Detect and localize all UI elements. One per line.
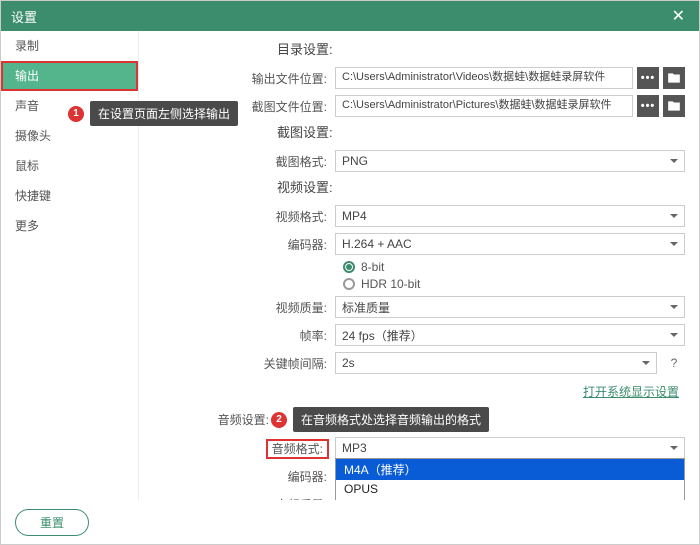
- row-snap-format: 截图格式: PNG: [147, 149, 685, 173]
- row-keyframe: 关键帧间隔: 2s ?: [147, 351, 685, 375]
- select-fps[interactable]: 24 fps（推荐）: [335, 324, 685, 346]
- select-value: 标准质量: [342, 299, 390, 316]
- sidebar-item-mouse[interactable]: 鼠标: [1, 151, 138, 181]
- radio-label: 8-bit: [361, 260, 384, 274]
- chevron-down-icon: [670, 242, 678, 250]
- select-value: MP4: [342, 209, 367, 223]
- callout-2: 2 在音频格式处选择音频输出的格式: [271, 407, 685, 432]
- sidebar-item-output[interactable]: 输出: [1, 61, 138, 91]
- callout-badge-2: 2: [271, 412, 287, 428]
- sidebar-item-hotkey[interactable]: 快捷键: [1, 181, 138, 211]
- chevron-down-icon: [670, 333, 678, 341]
- titlebar: 设置 ✕: [1, 1, 699, 31]
- window-title: 设置: [11, 7, 37, 26]
- label-keyframe: 关键帧间隔:: [147, 355, 335, 372]
- row-output-path: 输出文件位置: C:\Users\Administrator\Videos\数据…: [147, 66, 685, 90]
- output-path-input[interactable]: C:\Users\Administrator\Videos\数据蛙\数据蛙录屏软…: [335, 67, 633, 89]
- footer: 重置: [1, 500, 699, 544]
- chevron-down-icon: [670, 446, 678, 454]
- callout-tip-2: 在音频格式处选择音频输出的格式: [293, 407, 489, 432]
- folder-icon[interactable]: [663, 67, 685, 89]
- radio-icon: [343, 261, 355, 273]
- label-output-path: 输出文件位置:: [147, 70, 335, 87]
- label-video-quality: 视频质量:: [147, 299, 335, 316]
- dropdown-option[interactable]: OPUS: [336, 480, 684, 498]
- row-video-format: 视频格式: MP4: [147, 204, 685, 228]
- label-audio-format: 音频格式:: [147, 440, 335, 457]
- audio-format-dropdown[interactable]: M4A（推荐）OPUSMP3WMAAACFLAC（无损）WAV（无损）: [335, 458, 685, 500]
- chevron-down-icon: [670, 159, 678, 167]
- section-title-dir: 目录设置:: [277, 39, 685, 58]
- radio-hdr10[interactable]: HDR 10-bit: [343, 277, 685, 291]
- radio-label: HDR 10-bit: [361, 277, 420, 291]
- folder-icon[interactable]: [663, 95, 685, 117]
- section-title-snapshot: 截图设置:: [277, 122, 685, 141]
- row-fps: 帧率: 24 fps（推荐）: [147, 323, 685, 347]
- sidebar-item-more[interactable]: 更多: [1, 211, 138, 241]
- label-video-enc: 编码器:: [147, 236, 335, 253]
- more-icon[interactable]: •••: [637, 67, 659, 89]
- row-system-link: 打开系统显示设置: [147, 379, 685, 403]
- radio-icon: [343, 278, 355, 290]
- callout-badge-1: 1: [68, 106, 84, 122]
- select-value: 24 fps（推荐）: [342, 327, 423, 344]
- select-snap-format[interactable]: PNG: [335, 150, 685, 172]
- select-keyframe[interactable]: 2s: [335, 352, 657, 374]
- select-video-format[interactable]: MP4: [335, 205, 685, 227]
- select-value: H.264 + AAC: [342, 237, 412, 251]
- dropdown-option[interactable]: MP3: [336, 498, 684, 500]
- chevron-down-icon: [642, 361, 650, 369]
- row-video-enc: 编码器: H.264 + AAC: [147, 232, 685, 256]
- select-value: PNG: [342, 154, 368, 168]
- label-snap-format: 截图格式:: [147, 153, 335, 170]
- sidebar-item-record[interactable]: 录制: [1, 31, 138, 61]
- help-icon[interactable]: ?: [663, 352, 685, 374]
- section-title-audio: 音频设置:: [147, 411, 277, 428]
- chevron-down-icon: [670, 305, 678, 313]
- body: 录制 输出 声音 摄像头 鼠标 快捷键 更多 1 在设置页面左侧选择输出 目录设…: [1, 31, 699, 500]
- label-audio-enc: 编码器:: [147, 468, 335, 485]
- open-system-display-link[interactable]: 打开系统显示设置: [583, 383, 679, 400]
- callout-tip-1: 在设置页面左侧选择输出: [90, 101, 238, 126]
- more-icon[interactable]: •••: [637, 95, 659, 117]
- callout-1: 1 在设置页面左侧选择输出: [68, 101, 238, 126]
- select-video-quality[interactable]: 标准质量: [335, 296, 685, 318]
- radio-8bit[interactable]: 8-bit: [343, 260, 685, 274]
- row-video-quality: 视频质量: 标准质量: [147, 295, 685, 319]
- row-audio-title: 音频设置: 2 在音频格式处选择音频输出的格式: [147, 407, 685, 432]
- label-video-format: 视频格式:: [147, 208, 335, 225]
- select-video-enc[interactable]: H.264 + AAC: [335, 233, 685, 255]
- chevron-down-icon: [670, 214, 678, 222]
- reset-button[interactable]: 重置: [15, 509, 89, 536]
- dropdown-option[interactable]: M4A（推荐）: [336, 459, 684, 480]
- label-audio-quality: 音频质量:: [147, 496, 335, 501]
- section-title-video: 视频设置:: [277, 177, 685, 196]
- row-audio-format: 音频格式: MP3: [147, 436, 685, 460]
- close-icon[interactable]: ✕: [668, 6, 689, 26]
- snap-path-input[interactable]: C:\Users\Administrator\Pictures\数据蛙\数据蛙录…: [335, 95, 633, 117]
- select-value: MP3: [342, 441, 367, 455]
- settings-window: 设置 ✕ 录制 输出 声音 摄像头 鼠标 快捷键 更多 1 在设置页面左侧选择输…: [0, 0, 700, 545]
- select-audio-format[interactable]: MP3: [335, 437, 685, 459]
- select-value: 2s: [342, 356, 355, 370]
- label-fps: 帧率:: [147, 327, 335, 344]
